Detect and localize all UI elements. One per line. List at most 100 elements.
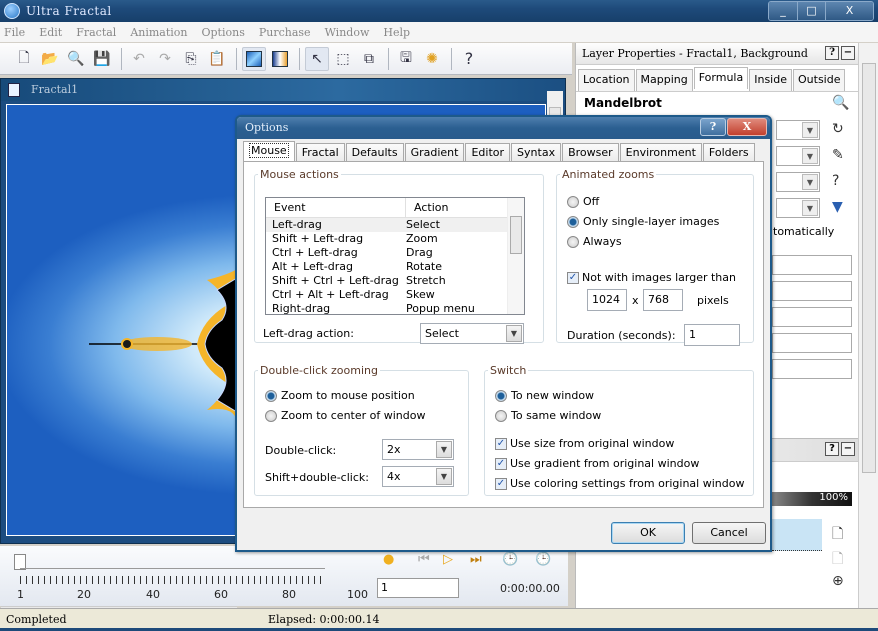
list-scrollbar[interactable] [507, 198, 524, 314]
list-item[interactable]: Shift + Ctrl + Left-drag Stretch [266, 274, 524, 288]
panel-minimize-button[interactable]: − [841, 46, 855, 60]
maximize-button[interactable]: □ [797, 2, 825, 20]
tab-formula[interactable]: Formula [693, 67, 749, 89]
panel-vertical-scrollbar[interactable] [858, 43, 878, 608]
pointer-icon[interactable]: ↖ [305, 46, 329, 71]
radio-zoom-mouse-position[interactable]: Zoom to mouse position [265, 389, 415, 402]
parameter-field[interactable] [772, 359, 852, 379]
duration-input[interactable]: 1 [684, 324, 740, 346]
refresh-icon[interactable]: ↻ [832, 121, 844, 137]
radio-zoom-center-window[interactable]: Zoom to center of window [265, 409, 425, 422]
layer-item-background[interactable] [772, 519, 822, 551]
parameter-dropdown[interactable]: ▼ [776, 146, 820, 166]
menu-fractal[interactable]: Fractal [76, 26, 116, 39]
close-button[interactable]: X [825, 2, 873, 20]
limit-size-checkbox[interactable]: ✓ Not with images larger than [567, 271, 736, 284]
paste-icon[interactable]: 📋 [205, 47, 229, 71]
record-icon[interactable]: ● [383, 552, 394, 567]
column-action[interactable]: Action [406, 198, 448, 217]
list-item[interactable]: Ctrl + Alt + Left-drag Skew [266, 288, 524, 302]
scroll-thumb[interactable] [862, 63, 876, 473]
tab-folders[interactable]: Folders [702, 143, 755, 161]
first-frame-icon[interactable]: ⏮ [418, 552, 430, 567]
tab-gradient[interactable]: Gradient [404, 143, 465, 161]
radio-zoom-single-layer[interactable]: Only single-layer images [567, 215, 719, 228]
help-icon[interactable]: ? [457, 47, 481, 71]
parameter-field[interactable] [772, 307, 852, 327]
ok-button[interactable]: OK [611, 522, 685, 544]
tab-syntax[interactable]: Syntax [511, 143, 562, 161]
list-item[interactable]: Alt + Left-drag Rotate [266, 260, 524, 274]
edit-formula-icon[interactable]: ✎ [832, 147, 844, 163]
radio-same-window[interactable]: To same window [495, 409, 601, 422]
radio-new-window[interactable]: To new window [495, 389, 594, 402]
menu-help[interactable]: Help [383, 26, 410, 39]
use-size-checkbox[interactable]: ✓ Use size from original window [495, 437, 674, 450]
gradient-mode-icon[interactable] [268, 47, 292, 71]
radio-zoom-off[interactable]: Off [567, 195, 599, 208]
layer-opacity-bar[interactable]: 100% [772, 492, 852, 506]
open-folder-icon[interactable]: 📂 [38, 47, 62, 71]
tab-location[interactable]: Location [578, 69, 635, 91]
menu-options[interactable]: Options [202, 26, 245, 39]
render-to-disk-icon[interactable]: 🖫 [394, 47, 418, 71]
tab-mouse[interactable]: Mouse [243, 141, 295, 161]
keyframe-timing-icon[interactable]: 🕒 [535, 552, 551, 567]
tab-environment[interactable]: Environment [619, 143, 702, 161]
menu-purchase[interactable]: Purchase [259, 26, 311, 39]
left-drag-action-select[interactable]: Select ▼ [420, 323, 524, 344]
use-coloring-checkbox[interactable]: ✓ Use coloring settings from original win… [495, 477, 744, 490]
tab-mapping[interactable]: Mapping [635, 69, 693, 91]
column-event[interactable]: Event [266, 198, 406, 217]
use-gradient-checkbox[interactable]: ✓ Use gradient from original window [495, 457, 699, 470]
cancel-button[interactable]: Cancel [692, 522, 766, 544]
double-click-select[interactable]: 2x ▼ [382, 439, 454, 460]
add-layer-icon[interactable]: 🗋 [832, 523, 843, 547]
browse-formula-icon[interactable]: 🔍 [832, 95, 849, 111]
animation-settings-icon[interactable]: 🕒 [502, 552, 518, 567]
list-item[interactable]: Left-drag Select [266, 218, 524, 232]
new-document-icon[interactable]: 🗋 [12, 47, 36, 71]
fractal-mode-icon[interactable] [242, 46, 266, 71]
tab-editor[interactable]: Editor [465, 143, 511, 161]
parameter-field[interactable] [772, 255, 852, 275]
timeline-track[interactable] [20, 568, 325, 569]
mouse-actions-list[interactable]: Event Action Left-drag Select Shift + Lef… [265, 197, 525, 315]
tab-inside[interactable]: Inside [749, 69, 792, 91]
list-item[interactable]: Right-drag Popup menu [266, 302, 524, 316]
max-height-input[interactable]: 768 [643, 289, 683, 311]
tab-outside[interactable]: Outside [793, 69, 846, 91]
radio-zoom-always[interactable]: Always [567, 235, 622, 248]
parameter-field[interactable] [772, 281, 852, 301]
list-item[interactable]: Shift + Left-drag Zoom [266, 232, 524, 246]
last-frame-icon[interactable]: ⏭ [470, 552, 482, 567]
save-icon[interactable]: 💾 [90, 47, 114, 71]
frame-number-input[interactable]: 1 [377, 578, 459, 598]
switch-window-icon[interactable]: ⧉ [357, 47, 381, 71]
menu-animation[interactable]: Animation [130, 26, 187, 39]
scroll-thumb[interactable] [510, 216, 522, 254]
redo-icon[interactable]: ↷ [153, 47, 177, 71]
layers-help-button[interactable]: ? [825, 442, 839, 456]
add-group-icon[interactable]: ⊕ [832, 573, 844, 589]
menu-file[interactable]: File [4, 26, 25, 39]
minimize-button[interactable]: _ [769, 2, 797, 20]
copy-icon[interactable]: ⎘ [179, 47, 203, 71]
panel-help-button[interactable]: ? [825, 46, 839, 60]
undo-icon[interactable]: ↶ [127, 47, 151, 71]
select-rect-icon[interactable]: ⬚ [331, 47, 355, 71]
menu-edit[interactable]: Edit [39, 26, 62, 39]
expand-triangle-icon[interactable]: ▼ [832, 199, 843, 215]
layers-minimize-button[interactable]: − [841, 442, 855, 456]
formula-help-icon[interactable]: ? [832, 173, 839, 189]
parameter-dropdown[interactable]: ▼ [776, 172, 820, 192]
parameter-field[interactable] [772, 333, 852, 353]
shift-double-click-select[interactable]: 4x ▼ [382, 466, 454, 487]
dialog-close-button[interactable]: X [727, 118, 767, 136]
parameter-dropdown[interactable]: ▼ [776, 120, 820, 140]
dialog-help-button[interactable]: ? [700, 118, 726, 136]
max-width-input[interactable]: 1024 [587, 289, 627, 311]
network-icon[interactable]: ✺ [420, 47, 444, 71]
tab-defaults[interactable]: Defaults [345, 143, 404, 161]
tab-fractal[interactable]: Fractal [295, 143, 345, 161]
